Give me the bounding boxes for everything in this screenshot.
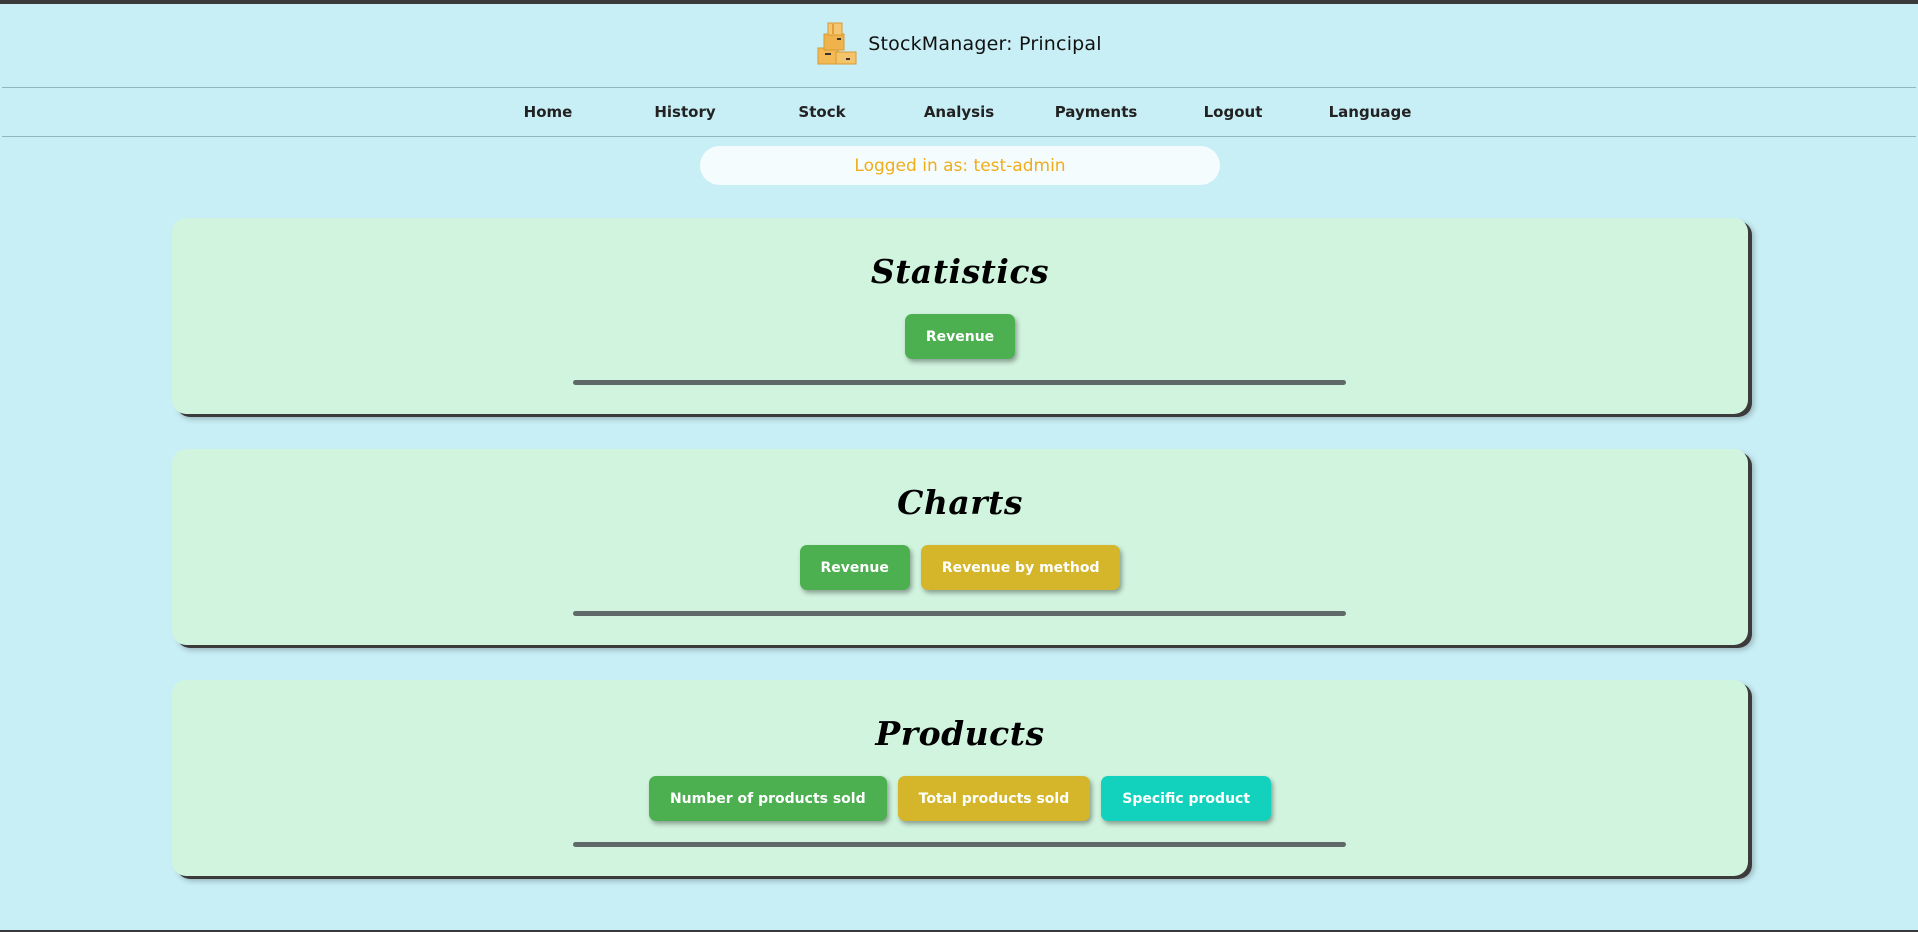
top-border (0, 0, 1918, 4)
section-divider (573, 842, 1346, 847)
section-divider (573, 380, 1346, 385)
boxes-icon (816, 22, 858, 66)
specific-product-button[interactable]: Specific product (1101, 776, 1272, 821)
nav-logout[interactable]: Logout (1165, 103, 1302, 121)
app-header: StockManager: Principal (0, 20, 1918, 68)
section-title-products: Products (875, 714, 1045, 753)
charts-buttons: Revenue Revenue by method (172, 545, 1748, 590)
charts-revenue-button[interactable]: Revenue (799, 545, 910, 590)
main-nav: Home History Stock Analysis Payments Log… (2, 87, 1916, 137)
nav-stock[interactable]: Stock (754, 103, 891, 121)
nav-history[interactable]: History (617, 103, 754, 121)
nav-home[interactable]: Home (480, 103, 617, 121)
nav-language[interactable]: Language (1302, 103, 1439, 121)
section-divider (573, 611, 1346, 616)
charts-revenue-by-method-button[interactable]: Revenue by method (920, 545, 1121, 590)
section-title-statistics: Statistics (870, 252, 1050, 291)
statistics-card: Statistics Revenue (172, 218, 1748, 414)
charts-card: Charts Revenue Revenue by method (172, 449, 1748, 645)
section-title-charts: Charts (897, 483, 1023, 522)
nav-analysis[interactable]: Analysis (891, 103, 1028, 121)
products-card: Products Number of products sold Total p… (172, 680, 1748, 876)
number-of-products-sold-button[interactable]: Number of products sold (648, 776, 887, 821)
statistics-buttons: Revenue (172, 314, 1748, 359)
nav-payments[interactable]: Payments (1028, 103, 1165, 121)
statistics-revenue-button[interactable]: Revenue (904, 314, 1016, 359)
app-title: StockManager: Principal (868, 33, 1102, 55)
logged-in-banner: Logged in as: test-admin (700, 146, 1220, 185)
products-buttons: Number of products sold Total products s… (172, 776, 1748, 821)
total-products-sold-button[interactable]: Total products sold (897, 776, 1091, 821)
